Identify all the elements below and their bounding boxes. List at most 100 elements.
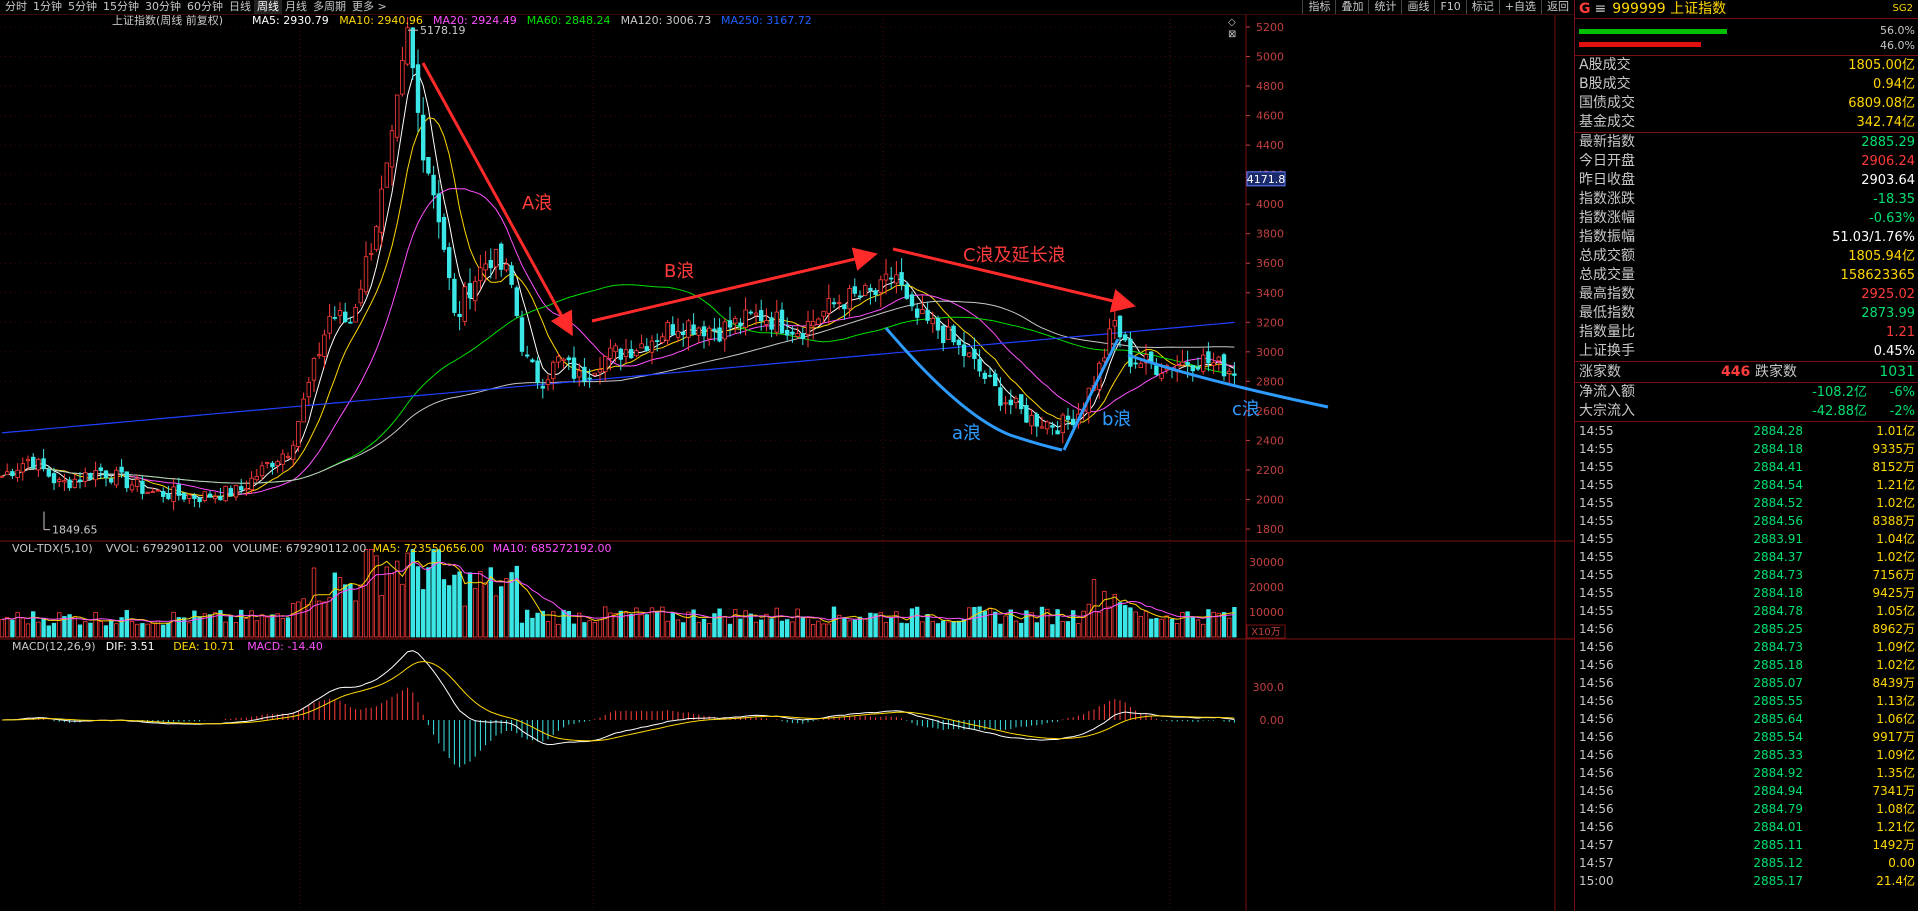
tick-row: 14:56 2885.25 8962万 [1575,620,1918,638]
candle-body [566,357,571,361]
tick-volume: 1.01亿 [1876,424,1915,438]
tick-price: 2885.18 [1753,658,1803,672]
quote-row: 昨日收盘 2903.64 [1575,171,1918,190]
quote-label: 总成交额 [1579,248,1635,264]
crosshair-value: 4171.8 [1247,173,1286,186]
tool-button-7[interactable]: 返回 [1541,0,1574,14]
volume-bar [764,613,769,638]
volume-bar [389,573,395,638]
candle-body [420,114,426,161]
candle-body [597,369,603,373]
period-tab-0[interactable]: 分时 [2,0,30,14]
quote-row: 指数涨跌 -18.35 [1575,190,1918,209]
period-tab-2[interactable]: 5分钟 [65,0,100,14]
volume-bar [259,614,265,638]
candle-body [1008,399,1013,406]
quote-row: 指数振幅 51.03/1.76% [1575,228,1918,247]
tick-list[interactable]: 14:55 2884.28 1.01亿 14:55 2884.18 9335万 14:55 2… [1575,422,1918,890]
tick-price: 2884.01 [1753,820,1803,834]
candle-body [233,484,239,498]
candle-body [192,495,197,499]
volume-bar [889,617,894,638]
volume-bar [322,601,327,638]
candle-body [472,280,478,302]
macd-legend-item: MACD: -14.40 [247,640,323,653]
volume-bar [909,608,915,638]
quote-value: 2885.29 [1861,135,1915,150]
tool-button-6[interactable]: +自选 [1498,0,1541,14]
volume-bar [982,610,987,638]
volume-bar [972,606,977,638]
period-tab-10[interactable]: 更多 > [349,0,390,14]
kline-chart[interactable]: A浪B浪C浪及延长浪a浪b浪c浪 52005000480046004400420… [0,15,1574,911]
period-tab-7[interactable]: 周线 [254,0,282,14]
volume-bar [639,614,644,638]
tool-button-0[interactable]: 指标 [1302,0,1335,14]
period-tab-8[interactable]: 月线 [282,0,310,14]
volume-bar [145,623,150,638]
period-tab-5[interactable]: 60分钟 [184,0,226,14]
price-tick-label: 4800 [1256,80,1284,93]
period-tab-9[interactable]: 多周期 [310,0,349,14]
volume-bar [1128,607,1133,638]
volume-bar [98,621,103,638]
volume-bar [717,608,722,638]
candle-body [779,309,785,334]
tool-button-5[interactable]: 标记 [1465,0,1499,14]
volume-bar [498,586,504,638]
tool-button-3[interactable]: 画线 [1401,0,1434,14]
tick-volume: 1.02亿 [1876,496,1915,510]
period-tab-3[interactable]: 15分钟 [100,0,142,14]
candle-body [961,344,967,357]
menu-icon[interactable]: ≡ [1595,1,1607,17]
tool-button-1[interactable]: 叠加 [1335,0,1368,14]
volume-bar [587,620,592,638]
candle-body [322,334,327,357]
period-tab-4[interactable]: 30分钟 [142,0,184,14]
volume-bar [462,605,467,638]
candle-body [681,331,686,336]
volume-bar [800,616,805,638]
volume-bar [332,572,337,638]
candle-body [254,476,259,481]
candle-body [306,381,311,398]
volume-bar [285,617,291,638]
volume-bar [25,623,31,638]
candle-body [342,311,348,323]
tool-button-4[interactable]: F10 [1434,0,1465,14]
volume-bar [342,584,348,638]
tick-row: 14:56 2885.18 1.02亿 [1575,656,1918,674]
candle-body [446,247,452,278]
candle-body [670,324,675,336]
wave-small-b-label: b浪 [1102,409,1131,430]
volume-bar [915,606,920,638]
volume-bar [478,571,483,638]
tick-volume: 21.4亿 [1876,874,1915,888]
quote-label: 指数涨幅 [1579,210,1635,226]
period-tab-6[interactable]: 日线 [226,0,254,14]
volume-bar [826,623,831,638]
fund-flows: 净流入额 -108.2亿 -6% 大宗流入 -42.88亿 -2% [1575,383,1918,422]
candle-body [129,484,135,491]
quote-value: -18.35 [1873,192,1915,207]
candle-body [722,321,727,340]
volume-bar [1102,590,1107,638]
volume-bar [0,619,5,638]
candle-body [883,273,889,281]
volume-bar [223,621,228,638]
candle-body [5,471,10,476]
volume-bar [1050,624,1055,638]
volume-bar [114,623,119,638]
volume-bar [348,583,353,638]
candle-body [145,491,150,494]
main-legend-item: MA250: 3167.72 [721,15,812,27]
candle-body [831,302,837,305]
candle-body [134,478,140,487]
quote-label: 最低指数 [1579,305,1635,321]
candle-body [1154,365,1159,376]
period-tab-1[interactable]: 1分钟 [30,0,65,14]
candle-body [462,286,467,322]
macd-legend-item: DIF: 3.51 [106,640,155,653]
tick-price: 2883.91 [1753,532,1803,546]
tool-button-2[interactable]: 统计 [1368,0,1401,14]
